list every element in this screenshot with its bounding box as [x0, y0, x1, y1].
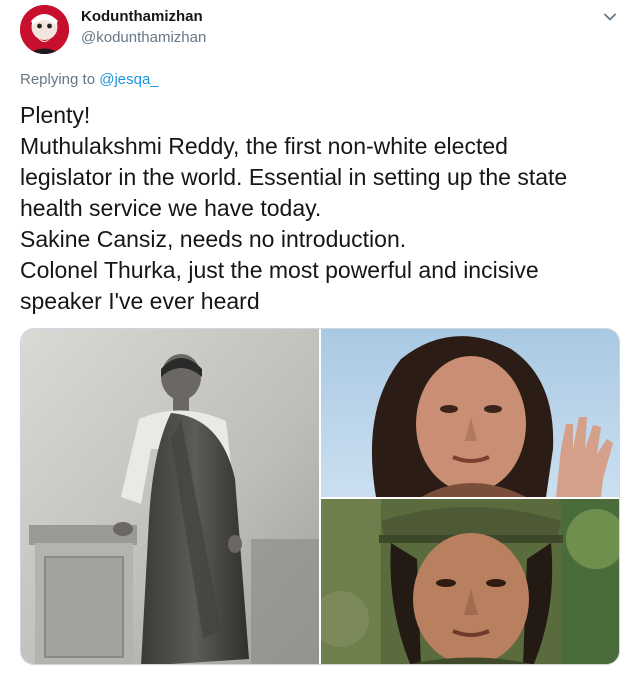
tweet-card: Kodunthamizhan @kodunthamizhan Replying … [0, 0, 635, 680]
tweet-line: health service we have today. [20, 195, 322, 221]
tweet-line: Plenty! [20, 102, 91, 128]
reply-prefix: Replying to [20, 71, 100, 88]
photo-portrait-top-right[interactable] [321, 329, 619, 497]
chevron-down-icon [604, 13, 616, 21]
tweet-menu-button[interactable] [599, 6, 621, 28]
tweet-line: Colonel Thurka, just the most powerful a… [20, 257, 539, 283]
vintage-portrait-image [21, 329, 319, 664]
portrait-bottom-right-image [321, 499, 619, 664]
reply-mention-link[interactable]: @jesqa_ [99, 71, 158, 88]
portrait-top-right-image [321, 329, 619, 497]
media-grid [20, 328, 620, 665]
tweet-line: legislator in the world. Essential in se… [20, 164, 568, 190]
user-avatar[interactable] [20, 5, 69, 54]
tweet-line: speaker I've ever heard [20, 288, 260, 314]
user-handle[interactable]: @kodunthamizhan [81, 29, 206, 47]
display-name[interactable]: Kodunthamizhan [81, 8, 203, 26]
tweet-line: Sakine Cansiz, needs no introduction. [20, 226, 407, 252]
profile-avatar-icon [20, 5, 69, 54]
photo-vintage-portrait[interactable] [21, 329, 319, 664]
photo-portrait-bottom-right[interactable] [321, 499, 619, 664]
tweet-text: Plenty! Muthulakshmi Reddy, the first no… [20, 100, 620, 317]
tweet-line: Muthulakshmi Reddy, the first non-white … [20, 133, 508, 159]
reply-context: Replying to @jesqa_ [20, 71, 159, 89]
